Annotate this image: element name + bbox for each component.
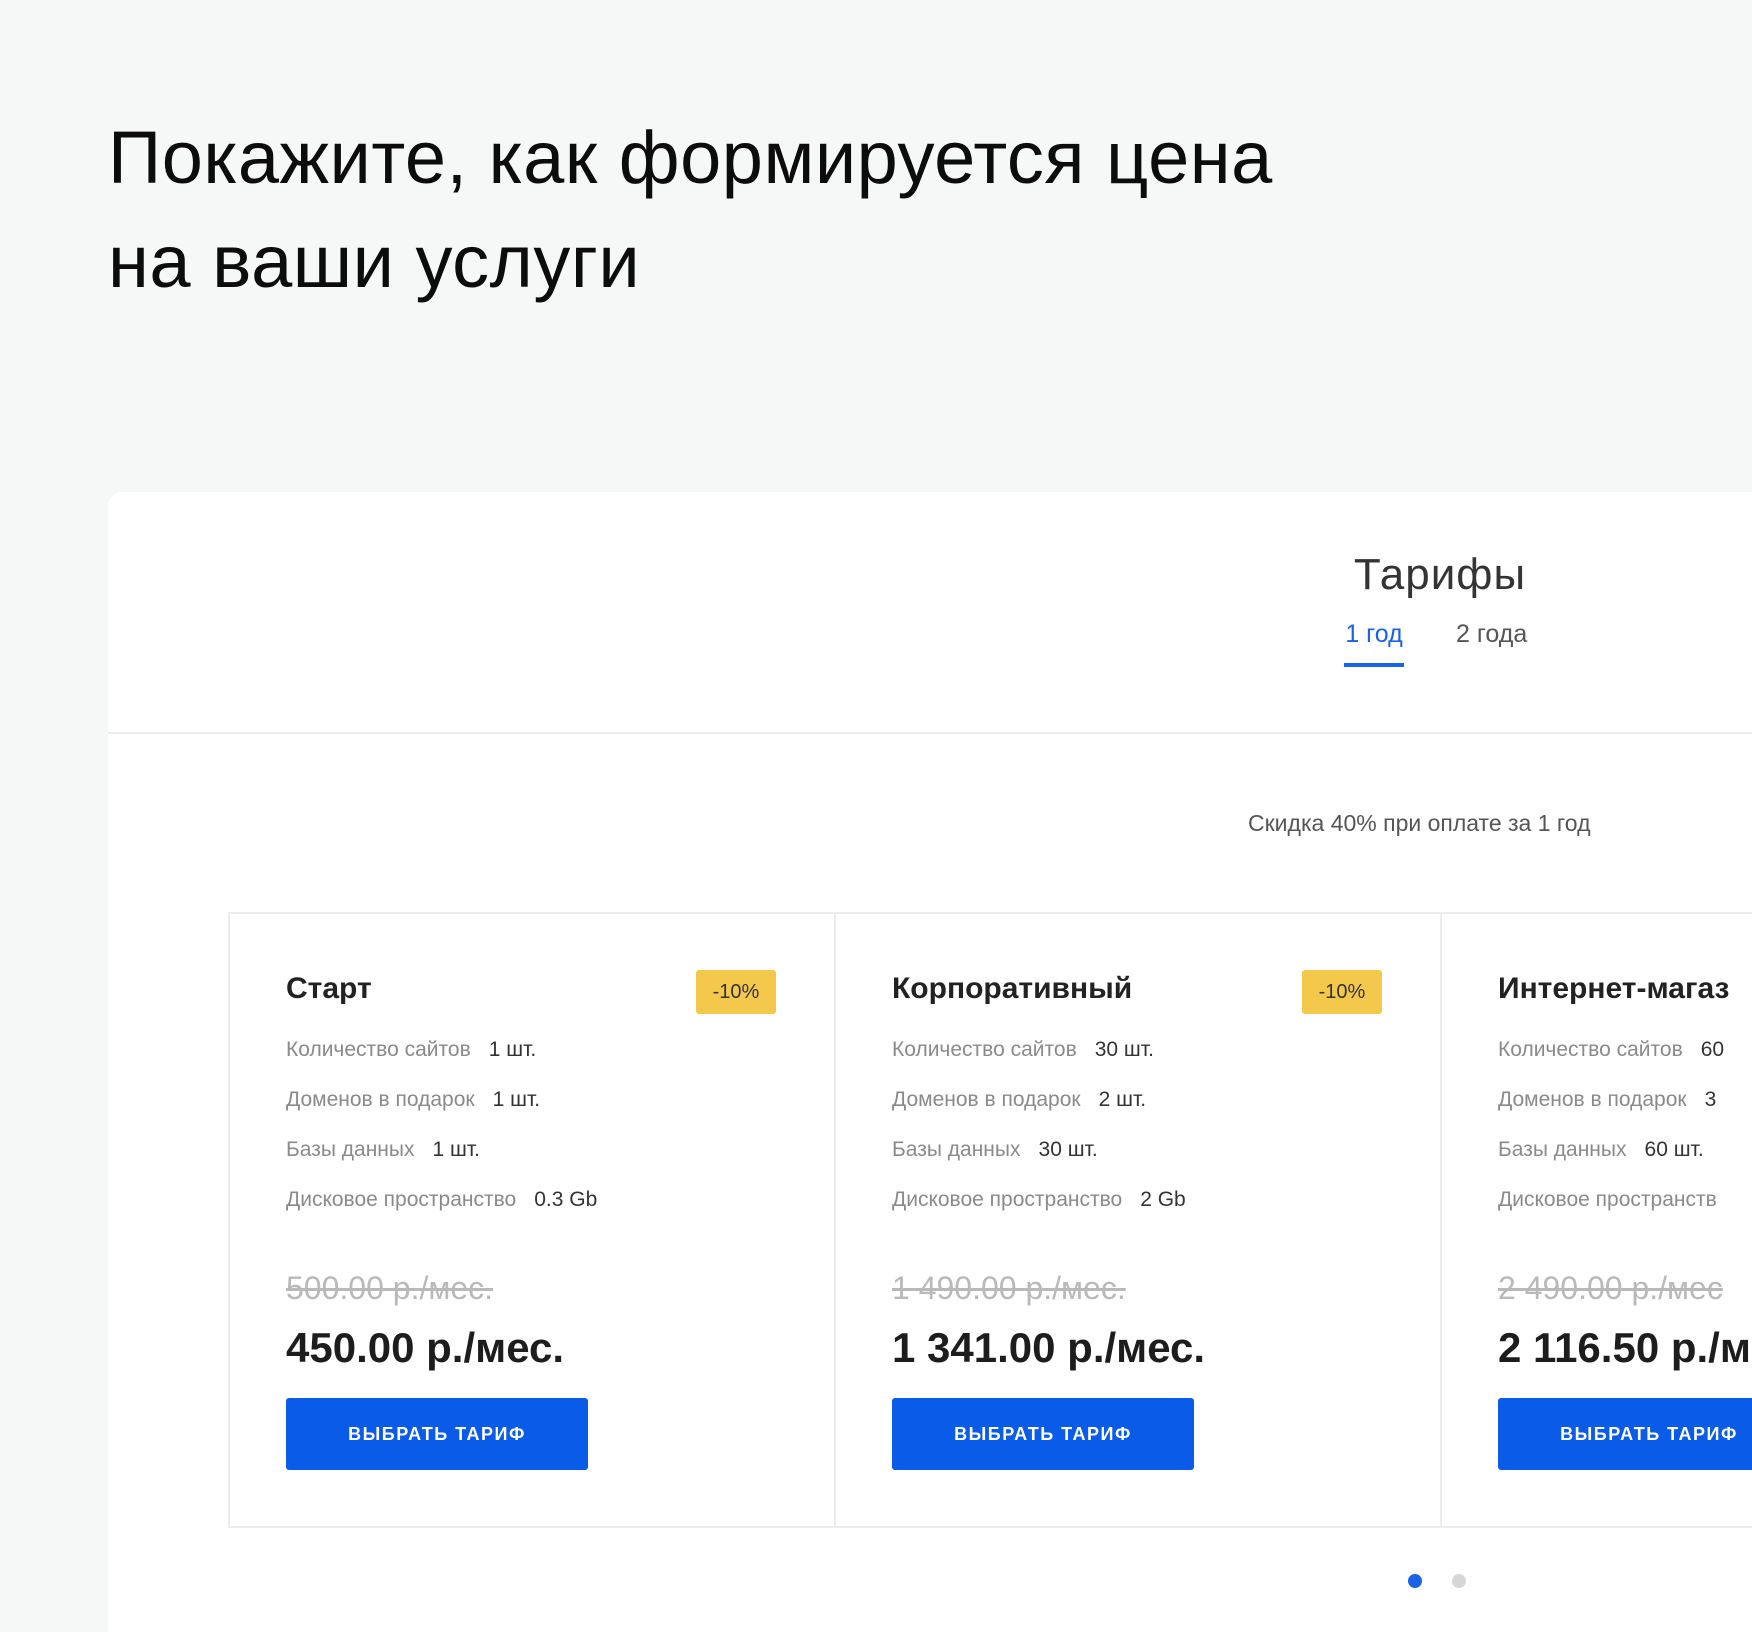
select-plan-button[interactable]: ВЫБРАТЬ ТАРИФ [892,1398,1194,1470]
feature-value: 0.3 Gb [534,1188,598,1211]
plan-card-start: Старт -10% Количество сайтов 1 шт. Домено… [228,914,836,1526]
feature-domains: Доменов в подарок 2 шт. [892,1088,1146,1112]
feature-label: Доменов в подарок [892,1088,1081,1111]
feature-value: 2 Gb [1140,1188,1186,1211]
old-price: 2 490.00 р./мес [1498,1270,1723,1306]
feature-disk: Дисковое пространство 0.3 Gb [286,1188,597,1212]
pagination-dot-active[interactable] [1408,1574,1422,1588]
feature-label: Дисковое пространств [1498,1188,1717,1211]
feature-databases: Базы данных 1 шт. [286,1138,480,1162]
old-price: 1 490.00 р./мес. [892,1270,1126,1306]
feature-disk: Дисковое пространств [1498,1188,1717,1212]
feature-label: Базы данных [286,1138,415,1161]
feature-label: Дисковое пространство [892,1188,1123,1211]
feature-databases: Базы данных 60 шт. [1498,1138,1704,1162]
discount-badge: -10% [696,970,776,1014]
plan-name: Старт [286,972,372,1005]
feature-value: 2 шт. [1098,1088,1147,1111]
feature-domains: Доменов в подарок 1 шт. [286,1088,540,1112]
feature-label: Количество сайтов [1498,1038,1683,1061]
current-price: 450.00 р./мес. [286,1324,565,1371]
feature-sites: Количество сайтов 1 шт. [286,1038,536,1062]
pricing-title: Тарифы [1353,550,1527,599]
feature-label: Дисковое пространство [286,1188,517,1211]
plan-name: Корпоративный [892,972,1133,1005]
pagination-dot[interactable] [1452,1574,1466,1588]
feature-value: 30 шт. [1094,1038,1154,1061]
current-price: 2 116.50 р./м [1498,1324,1751,1371]
feature-value: 3 [1704,1088,1717,1111]
tab-2-years[interactable]: 2 года [1456,620,1527,663]
page-headline: Покажите, как формируется цена на ваши у… [108,106,1508,314]
discount-note: Скидка 40% при оплате за 1 год [1248,810,1591,836]
headline-line-2: на ваши услуги [108,220,641,303]
feature-label: Базы данных [1498,1138,1627,1161]
feature-label: Доменов в подарок [286,1088,475,1111]
feature-databases: Базы данных 30 шт. [892,1138,1098,1162]
tabs-divider [108,732,1752,734]
feature-value: 1 шт. [432,1138,481,1161]
headline-line-1: Покажите, как формируется цена [108,116,1273,199]
feature-label: Количество сайтов [892,1038,1077,1061]
feature-value: 1 шт. [488,1038,537,1061]
select-plan-button[interactable]: ВЫБРАТЬ ТАРИФ [1498,1398,1752,1470]
feature-label: Количество сайтов [286,1038,471,1061]
tab-1-year[interactable]: 1 год [1344,620,1404,667]
plan-card-corporate: Корпоративный -10% Количество сайтов 30 ш… [834,914,1442,1526]
pricing-panel: Тарифы 1 год 2 года Скидка 40% при оплат… [108,492,1752,1632]
current-price: 1 341.00 р./мес. [892,1324,1206,1371]
plans-carousel: Старт -10% Количество сайтов 1 шт. Домено… [228,912,1752,1528]
feature-value: 60 шт. [1644,1138,1704,1161]
feature-value: 60 [1700,1038,1725,1061]
old-price: 500.00 р./мес. [286,1270,494,1306]
feature-sites: Количество сайтов 30 шт. [892,1038,1154,1062]
plan-name: Интернет-магаз [1498,972,1730,1005]
feature-disk: Дисковое пространство 2 Gb [892,1188,1186,1212]
discount-badge: -10% [1302,970,1382,1014]
feature-sites: Количество сайтов 60 [1498,1038,1724,1062]
feature-value: 30 шт. [1038,1138,1098,1161]
select-plan-button[interactable]: ВЫБРАТЬ ТАРИФ [286,1398,588,1470]
feature-label: Доменов в подарок [1498,1088,1687,1111]
plan-card-ecommerce: Интернет-магаз Количество сайтов 60 Домен… [1440,914,1752,1526]
feature-domains: Доменов в подарок 3 [1498,1088,1716,1112]
feature-value: 1 шт. [492,1088,541,1111]
feature-label: Базы данных [892,1138,1021,1161]
